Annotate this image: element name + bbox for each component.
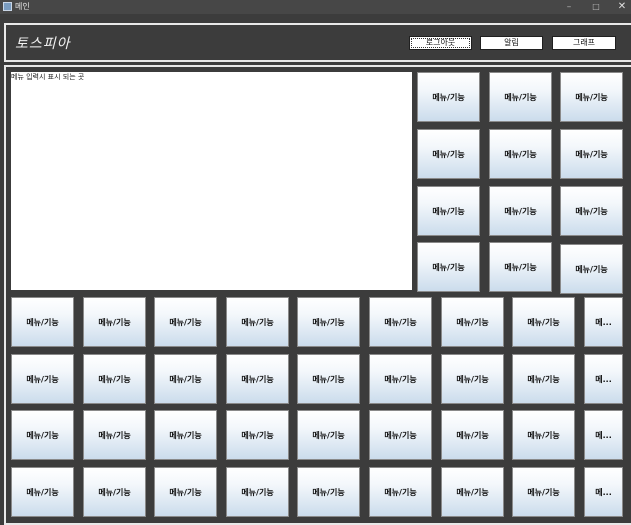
grid-menu-tile[interactable]: 메뉴/기능 [512,297,575,347]
grid-menu-tile[interactable]: 메뉴/기능 [512,354,575,404]
grid-menu-tile[interactable]: 메뉴/기능 [297,354,360,404]
grid-menu-tile[interactable]: 메뉴/기능 [226,354,289,404]
side-menu-tile[interactable]: 메뉴/기능 [560,72,623,122]
close-button[interactable]: ✕ [609,0,631,14]
maximize-button[interactable]: □ [583,0,609,14]
grid-menu-tile[interactable]: 메뉴/기능 [297,410,360,460]
grid-menu-tile[interactable]: 메뉴/기능 [11,467,74,517]
grid-menu-tile[interactable]: 메뉴/기능 [11,354,74,404]
grid-menu-tile[interactable]: 메뉴/기능 [154,467,217,517]
side-menu-tile[interactable]: 메뉴/기능 [489,72,552,122]
grid-menu-tile[interactable]: 메뉴/기능 [226,410,289,460]
grid-menu-tile[interactable]: 메뉴/기능 [11,410,74,460]
grid-menu-tile[interactable]: 메뉴/기능 [441,410,504,460]
grid-menu-tile[interactable]: 메... [584,410,623,460]
app-icon [3,2,12,11]
grid-menu-tile[interactable]: 메뉴/기능 [83,410,146,460]
side-menu-tile[interactable]: 메뉴/기능 [489,242,552,292]
side-menu-tile[interactable]: 메뉴/기능 [417,242,480,292]
grid-menu-tile[interactable]: 메... [584,354,623,404]
side-menu-tile[interactable]: 메뉴/기능 [489,186,552,236]
grid-menu-tile[interactable]: 메뉴/기능 [297,467,360,517]
grid-menu-tile[interactable]: 메뉴/기능 [154,297,217,347]
alarm-button[interactable]: 알림 [480,36,543,50]
grid-menu-tile[interactable]: 메뉴/기능 [83,467,146,517]
graph-button[interactable]: 그래프 [552,36,616,50]
menu-display-area[interactable]: 메뉴 입력시 표시 되는 곳 [11,72,412,290]
grid-menu-tile[interactable]: 메뉴/기능 [83,297,146,347]
grid-menu-tile[interactable]: 메... [584,297,623,347]
grid-menu-tile[interactable]: 메뉴/기능 [226,467,289,517]
grid-menu-tile[interactable]: 메뉴/기능 [369,354,432,404]
grid-menu-tile[interactable]: 메뉴/기능 [297,297,360,347]
grid-menu-tile[interactable]: 메뉴/기능 [441,467,504,517]
grid-menu-tile[interactable]: 메뉴/기능 [11,297,74,347]
display-text: 메뉴 입력시 표시 되는 곳 [11,73,85,81]
side-menu-tile[interactable]: 메뉴/기능 [560,244,623,294]
grid-menu-tile[interactable]: 메뉴/기능 [154,410,217,460]
side-menu-tile[interactable]: 메뉴/기능 [417,72,480,122]
grid-menu-tile[interactable]: 메뉴/기능 [369,297,432,347]
window-title: 메인 [15,2,30,11]
header-panel: 토스피아 로그아웃 알림 그래프 [4,23,631,62]
grid-menu-tile[interactable]: 메뉴/기능 [512,410,575,460]
grid-menu-tile[interactable]: 메뉴/기능 [154,354,217,404]
grid-menu-tile[interactable]: 메뉴/기능 [512,467,575,517]
side-menu-tile[interactable]: 메뉴/기능 [417,186,480,236]
grid-menu-tile[interactable]: 메뉴/기능 [441,297,504,347]
grid-menu-tile[interactable]: 메... [584,467,623,517]
minimize-button[interactable]: – [556,0,582,14]
logout-button[interactable]: 로그아웃 [409,36,472,50]
window-title-bar[interactable]: 메인 – □ ✕ [0,0,631,14]
grid-menu-tile[interactable]: 메뉴/기능 [369,467,432,517]
side-menu-tile[interactable]: 메뉴/기능 [489,129,552,179]
grid-menu-tile[interactable]: 메뉴/기능 [369,410,432,460]
grid-menu-tile[interactable]: 메뉴/기능 [83,354,146,404]
grid-menu-tile[interactable]: 메뉴/기능 [226,297,289,347]
side-menu-tile[interactable]: 메뉴/기능 [417,129,480,179]
grid-menu-tile[interactable]: 메뉴/기능 [441,354,504,404]
brand-title: 토스피아 [15,36,71,52]
side-menu-tile[interactable]: 메뉴/기능 [560,186,623,236]
side-menu-tile[interactable]: 메뉴/기능 [560,129,623,179]
